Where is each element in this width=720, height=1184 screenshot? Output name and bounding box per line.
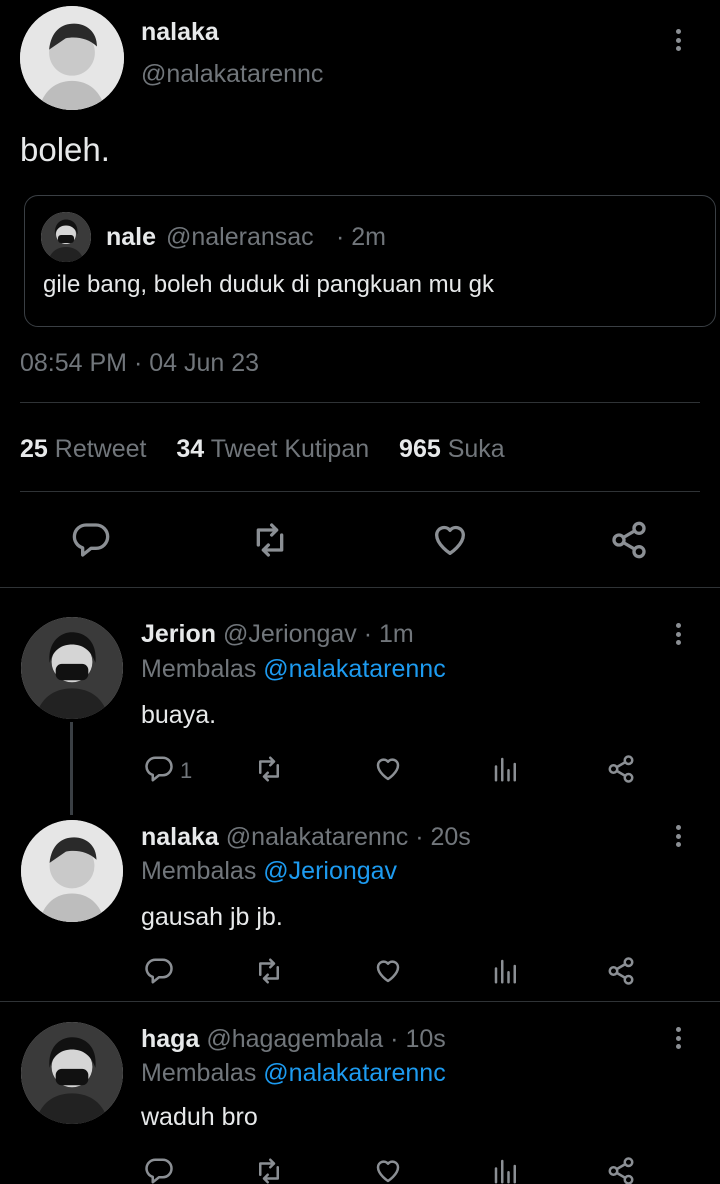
replying-to-link[interactable]: @nalakatarennc xyxy=(263,1059,445,1087)
reply-avatar[interactable] xyxy=(21,1022,123,1124)
replying-to: Membalas @nalakatarennc xyxy=(141,655,446,683)
reply-time: · 20s xyxy=(415,823,471,851)
replying-to-link[interactable]: @nalakatarennc xyxy=(263,655,445,683)
reply-name[interactable]: nalaka xyxy=(141,823,219,851)
reply-time: · 1m xyxy=(363,620,414,648)
reply-avatar[interactable] xyxy=(21,617,123,719)
reply-header: nalaka @nalakatarennc · 20s xyxy=(141,823,471,852)
quoted-text: gile bang, boleh duduk di pangkuan mu gk xyxy=(43,271,495,298)
quote-label[interactable]: Tweet Kutipan xyxy=(211,435,369,463)
reply-icon[interactable] xyxy=(144,1156,174,1184)
retweet-count[interactable]: 25 xyxy=(20,435,48,463)
divider xyxy=(20,491,700,492)
like-icon[interactable] xyxy=(373,754,403,784)
stats-icon[interactable] xyxy=(491,754,521,784)
reply-text: waduh bro xyxy=(141,1103,258,1131)
reply-header: Jerion @Jeriongav · 1m xyxy=(141,620,414,649)
reply-name[interactable]: Jerion xyxy=(141,620,216,648)
divider xyxy=(0,587,720,588)
tweet-stats: 25 Retweet 34 Tweet Kutipan 965 Suka xyxy=(20,435,505,464)
reply-text: buaya. xyxy=(141,701,217,729)
divider xyxy=(20,402,700,403)
reply-header: haga @hagagembala · 10s xyxy=(141,1025,446,1054)
reply-count: 1 xyxy=(180,758,193,783)
retweet-icon[interactable] xyxy=(254,956,284,986)
reply-handle[interactable]: @Jeriongav xyxy=(223,620,357,648)
like-icon[interactable] xyxy=(430,520,470,560)
retweet-icon[interactable] xyxy=(254,1156,284,1184)
like-count[interactable]: 965 xyxy=(399,435,441,463)
reply-time: · 10s xyxy=(390,1025,446,1053)
author-handle[interactable]: @nalakatarennc xyxy=(141,60,323,89)
reply-avatar[interactable] xyxy=(21,820,123,922)
share-icon[interactable] xyxy=(606,754,636,784)
reply-name[interactable]: haga xyxy=(141,1025,199,1053)
share-icon[interactable] xyxy=(606,1156,636,1184)
reply-handle[interactable]: @nalakatarennc xyxy=(226,823,408,851)
retweet-icon[interactable] xyxy=(254,754,284,784)
more-options-icon[interactable] xyxy=(668,27,688,53)
reply-text: gausah jb jb. xyxy=(141,903,283,931)
share-icon[interactable] xyxy=(609,520,649,560)
quoted-tweet[interactable]: nale @naleransac · 2m gile bang, boleh d… xyxy=(24,195,716,327)
quoted-time: · 2m xyxy=(336,223,386,251)
quoted-name: nale xyxy=(106,223,157,251)
stats-icon[interactable] xyxy=(491,1156,521,1184)
more-options-icon[interactable] xyxy=(668,823,688,849)
tweet-timestamp: 08:54 PM · 04 Jun 23 xyxy=(20,349,260,377)
more-options-icon[interactable] xyxy=(668,621,688,647)
like-icon[interactable] xyxy=(373,956,403,986)
quoted-handle: @naleransac xyxy=(166,223,314,251)
quoted-avatar xyxy=(41,212,91,262)
retweet-icon[interactable] xyxy=(250,520,290,560)
retweet-label[interactable]: Retweet xyxy=(55,435,147,463)
like-label[interactable]: Suka xyxy=(448,435,505,463)
share-icon[interactable] xyxy=(606,956,636,986)
thread-line xyxy=(70,722,73,815)
stats-icon[interactable] xyxy=(491,956,521,986)
replying-to-link[interactable]: @Jeriongav xyxy=(263,857,397,885)
like-icon[interactable] xyxy=(373,1156,403,1184)
reply-icon[interactable] xyxy=(71,520,111,560)
tweet-text: boleh. xyxy=(20,131,110,168)
replying-to: Membalas @Jeriongav xyxy=(141,857,398,885)
quote-count[interactable]: 34 xyxy=(176,435,204,463)
author-avatar[interactable] xyxy=(20,6,124,110)
replying-to: Membalas @nalakatarennc xyxy=(141,1059,446,1087)
author-name[interactable]: nalaka xyxy=(141,18,219,47)
reply-handle[interactable]: @hagagembala xyxy=(206,1025,383,1053)
reply-icon[interactable] xyxy=(144,956,174,986)
divider xyxy=(0,1001,720,1002)
reply-icon[interactable] xyxy=(144,754,174,784)
more-options-icon[interactable] xyxy=(668,1025,688,1051)
